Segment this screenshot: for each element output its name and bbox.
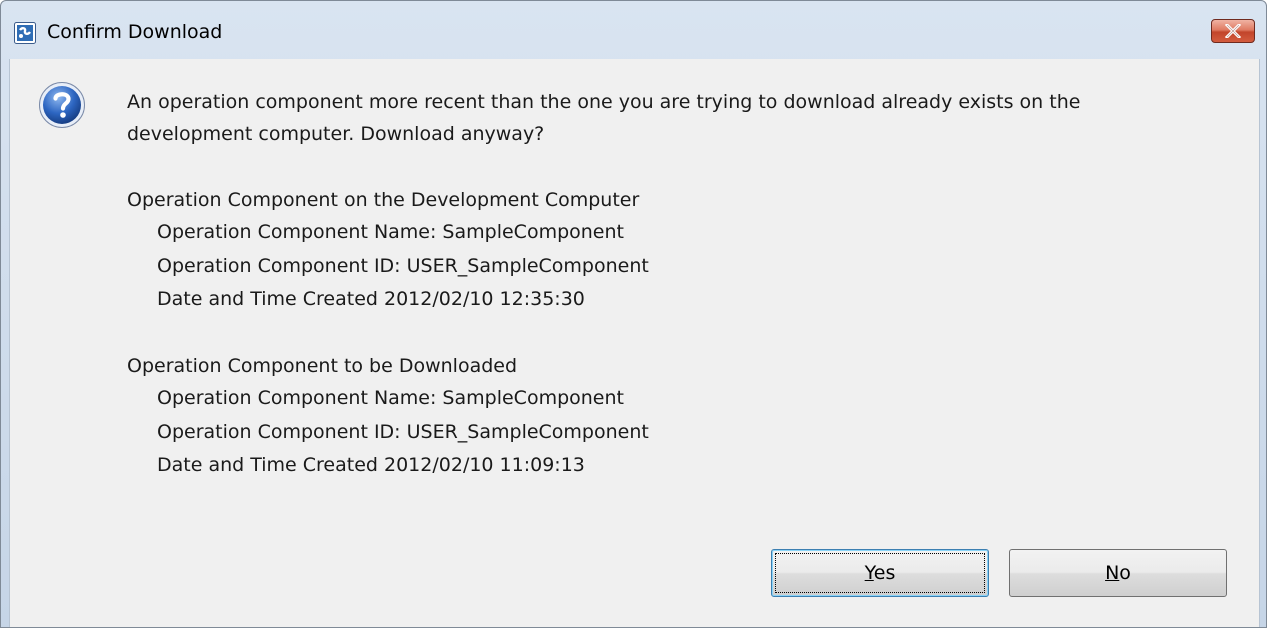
window-title: Confirm Download bbox=[47, 21, 223, 43]
message-line-2: development computer. Download anyway? bbox=[127, 123, 545, 145]
confirm-download-window: Confirm Download An operation component … bbox=[0, 0, 1267, 628]
focus-ring bbox=[775, 553, 985, 593]
app-icon bbox=[14, 22, 36, 44]
download-section-heading: Operation Component to be Downloaded bbox=[127, 355, 518, 377]
close-button[interactable] bbox=[1211, 19, 1255, 43]
dialog-body: An operation component more recent than … bbox=[9, 59, 1260, 627]
no-mnemonic: N bbox=[1105, 562, 1120, 584]
question-icon bbox=[39, 82, 85, 128]
message-line-1: An operation component more recent than … bbox=[127, 91, 1081, 113]
yes-button[interactable]: Yes bbox=[771, 549, 989, 597]
no-label-rest: o bbox=[1119, 562, 1131, 584]
dev-created-datetime: Date and Time Created 2012/02/10 12:35:3… bbox=[157, 288, 585, 310]
dev-component-name: Operation Component Name: SampleComponen… bbox=[157, 221, 624, 243]
dev-component-id: Operation Component ID: USER_SampleCompo… bbox=[157, 255, 649, 277]
dev-section-heading: Operation Component on the Development C… bbox=[127, 189, 640, 211]
title-bar[interactable]: Confirm Download bbox=[1, 1, 1266, 59]
download-component-name: Operation Component Name: SampleComponen… bbox=[157, 387, 624, 409]
no-button[interactable]: No bbox=[1009, 549, 1227, 597]
close-icon bbox=[1225, 24, 1241, 38]
download-created-datetime: Date and Time Created 2012/02/10 11:09:1… bbox=[157, 454, 585, 476]
download-component-id: Operation Component ID: USER_SampleCompo… bbox=[157, 421, 649, 443]
